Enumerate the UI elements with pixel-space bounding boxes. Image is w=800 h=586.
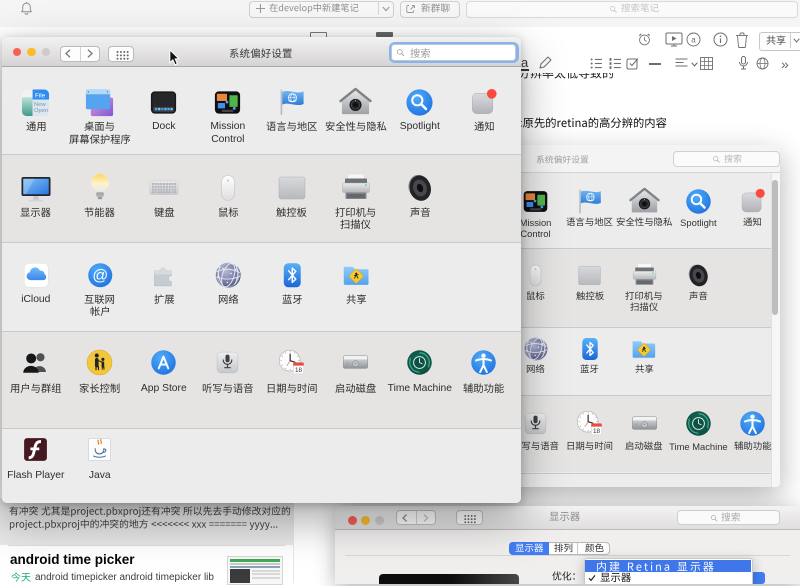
svg-text:a: a <box>691 35 696 44</box>
